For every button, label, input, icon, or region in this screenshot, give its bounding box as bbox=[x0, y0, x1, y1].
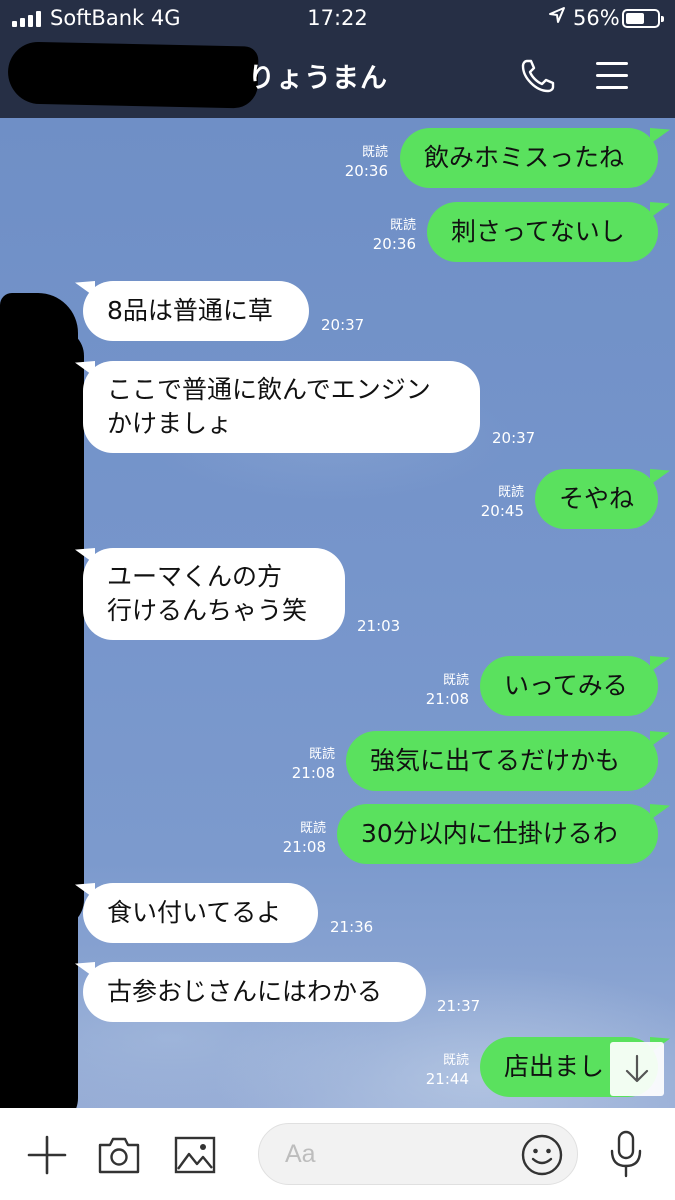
message-meta: 既読 21:08 bbox=[425, 673, 469, 708]
message-time: 21:37 bbox=[437, 997, 481, 1015]
phone-icon[interactable] bbox=[518, 56, 558, 96]
bubble-tail bbox=[650, 804, 670, 820]
battery-percent: 56% bbox=[573, 6, 620, 30]
bubble-tail bbox=[650, 656, 670, 672]
message-meta: 既読 20:45 bbox=[480, 485, 524, 520]
message-input-placeholder: Aa bbox=[285, 1140, 316, 1168]
message-meta: 既読 21:08 bbox=[282, 821, 326, 856]
status-bar: SoftBank 4G 17:22 56% bbox=[0, 0, 675, 38]
scroll-to-bottom-button[interactable] bbox=[610, 1042, 664, 1096]
bubble-tail bbox=[650, 128, 670, 144]
chat-area[interactable]: 既読 20:36 飲みホミスったね 既読 20:36 刺さってないし 8品は普通に草… bbox=[0, 118, 675, 1108]
bubble-tail bbox=[650, 469, 670, 485]
message-bubble-sent[interactable]: 飲みホミスったね bbox=[400, 128, 658, 188]
message-bubble-received[interactable]: 8品は普通に草 bbox=[83, 281, 309, 341]
message-bubble-received[interactable]: 古参おじさんにはわかる bbox=[83, 962, 426, 1022]
message-time: 21:03 bbox=[357, 617, 401, 635]
message-bubble-sent[interactable]: 30分以内に仕掛けるわ bbox=[337, 804, 658, 864]
message-bubble-received[interactable]: ここで普通に飲んでエンジン かけましょ bbox=[83, 361, 480, 453]
top-bar: SoftBank 4G 17:22 56% りょうまん bbox=[0, 0, 675, 118]
bubble-tail bbox=[650, 731, 670, 747]
message-bubble-sent[interactable]: 刺さってないし bbox=[427, 202, 658, 262]
message-bubble-received[interactable]: ユーマくんの方 行けるんちゃう笑 bbox=[83, 548, 345, 640]
message-bubble-sent[interactable]: そやね bbox=[535, 469, 658, 529]
message-time: 20:37 bbox=[492, 429, 536, 447]
image-icon[interactable] bbox=[174, 1136, 216, 1178]
chat-title[interactable]: りょうまん bbox=[248, 56, 388, 95]
arrow-down-icon bbox=[625, 1054, 649, 1083]
microphone-icon[interactable] bbox=[608, 1130, 644, 1182]
message-time: 20:37 bbox=[321, 316, 365, 334]
message-meta: 既読 20:36 bbox=[372, 218, 416, 253]
message-bubble-sent[interactable]: 強気に出てるだけかも bbox=[346, 731, 658, 791]
camera-icon[interactable] bbox=[97, 1135, 141, 1179]
message-meta: 既読 21:08 bbox=[291, 747, 335, 782]
message-bubble-received[interactable]: 食い付いてるよ bbox=[83, 883, 318, 943]
redaction-mark bbox=[7, 41, 259, 109]
redaction-mark bbox=[28, 328, 84, 928]
message-meta: 既読 20:36 bbox=[344, 145, 388, 180]
location-arrow-icon bbox=[548, 6, 566, 29]
battery-icon bbox=[622, 9, 664, 28]
message-bubble-sent[interactable]: いってみる bbox=[480, 656, 658, 716]
emoji-icon[interactable] bbox=[520, 1133, 564, 1181]
bubble-tail bbox=[650, 202, 670, 218]
hamburger-menu-icon[interactable] bbox=[596, 60, 628, 90]
message-meta: 既読 21:44 bbox=[425, 1053, 469, 1088]
plus-icon[interactable] bbox=[26, 1134, 68, 1180]
message-time: 21:36 bbox=[330, 918, 374, 936]
